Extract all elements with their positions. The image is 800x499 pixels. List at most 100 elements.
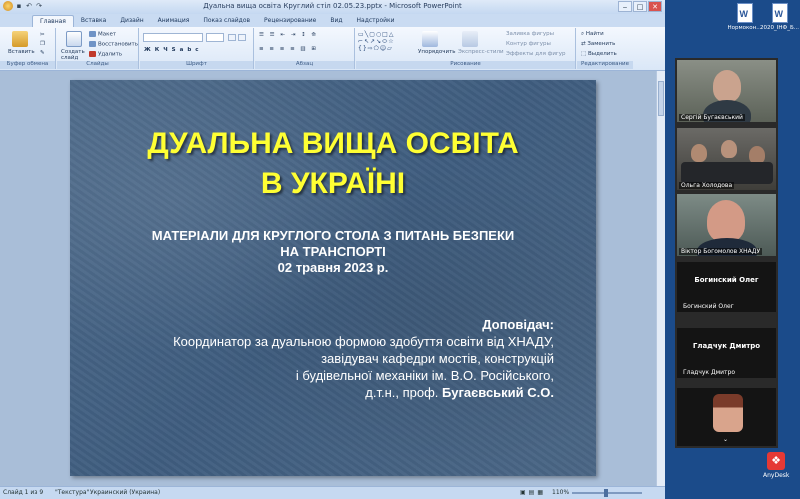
language-indicator[interactable]: Украинский (Украина) [90, 487, 160, 499]
window-title: Дуальна вища освіта Круглий стіл 02.05.2… [203, 2, 462, 10]
paste-icon[interactable] [12, 31, 28, 47]
font-size-select[interactable] [206, 33, 224, 42]
reporter-name: Бугаєвський С.О. [442, 385, 554, 400]
layout-button[interactable]: Макет [89, 31, 116, 38]
anydesk-icon: ❖ [767, 452, 785, 470]
shape-outline-button[interactable]: Контур фигуры [506, 41, 551, 47]
chevron-down-icon[interactable]: ⌄ [723, 436, 728, 443]
find-label: Найти [585, 31, 604, 37]
shapes-gallery[interactable]: ▭╲▢○□△ ⌐↖↗↘⬭☆ {}⇨⬠☺▱ [358, 31, 414, 59]
slide-subtitle[interactable]: МАТЕРІАЛИ ДЛЯ КРУГЛОГО СТОЛА З ПИТАНЬ БЕ… [110, 228, 556, 276]
copy-icon[interactable]: ❐ [40, 41, 45, 47]
scroll-thumb[interactable] [658, 81, 664, 116]
grow-font-icon[interactable] [228, 34, 236, 41]
participant-tile-2[interactable]: Ольга Холодова [677, 128, 776, 190]
font-name-select[interactable] [143, 33, 203, 42]
align-buttons[interactable]: ≡ ≡ ≡ ≡ ▥ ⊞ [259, 46, 318, 52]
replace-button[interactable]: ⇄ Заменить [581, 41, 615, 47]
view-buttons[interactable]: ▣▤▦ [520, 487, 546, 499]
tab-view[interactable]: Вид [323, 15, 349, 27]
delete-slide-button[interactable]: Удалить [89, 51, 122, 58]
participant-tile-5[interactable]: Гладчук Дмитро Гладчук Дмитро [677, 328, 776, 378]
select-icon: ⬚ [581, 51, 588, 57]
participant-tile-4[interactable]: Богинский Олег Богинский Олег [677, 262, 776, 312]
slides-group: Создать слайд Макет Восстановить Удалить… [57, 28, 139, 69]
slide-counter: Слайд 1 из 9 [3, 489, 44, 496]
slide-title[interactable]: ДУАЛЬНА ВИЩА ОСВІТА В УКРАЇНІ [70, 124, 596, 204]
tab-review[interactable]: Рецензирование [257, 15, 323, 27]
video-conference-panel: Сергій Бугаєвський Ольга Холодова Віктор… [675, 58, 778, 448]
theme-name: "Текстура" [55, 489, 90, 496]
participant-name-4: Богинский Олег [683, 303, 734, 310]
slides-label: Слайды [57, 61, 138, 69]
participant-tile-6[interactable]: ⌄ [677, 388, 776, 446]
participant-name-3: Віктор Богомолов ХНАДУ [679, 248, 763, 255]
font-label: Шрифт [140, 61, 253, 69]
quick-styles-icon[interactable] [462, 31, 478, 47]
tab-addins[interactable]: Надстройки [350, 15, 402, 27]
drawing-label: Рисование [356, 61, 575, 69]
layout-icon [89, 31, 96, 37]
tab-animation[interactable]: Анимация [151, 15, 197, 27]
slide-title-line1: ДУАЛЬНА ВИЩА ОСВІТА [147, 127, 519, 160]
slide-canvas[interactable]: ДУАЛЬНА ВИЩА ОСВІТА В УКРАЇНІ МАТЕРІАЛИ … [70, 80, 596, 476]
slide-reporter-block[interactable]: Доповідач: Координатор за дуальною формо… [173, 316, 554, 401]
reset-icon [89, 41, 96, 47]
participant-video [707, 200, 745, 242]
participant-name-1: Сергій Бугаєвський [679, 114, 745, 121]
anydesk-shortcut[interactable]: ❖ AnyDesk [763, 452, 789, 484]
title-bar: ▪ ↶ ↷ Дуальна вища освіта Круглий стіл 0… [0, 0, 665, 14]
slide-editing-area[interactable]: ДУАЛЬНА ВИЩА ОСВІТА В УКРАЇНІ МАТЕРІАЛИ … [0, 71, 665, 486]
ribbon: Вставить ✂ ❐ ✎ Буфер обмена Создать слай… [0, 27, 665, 71]
participant-video [691, 144, 707, 162]
participant-tile-1[interactable]: Сергій Бугаєвський [677, 60, 776, 122]
shrink-font-icon[interactable] [238, 34, 246, 41]
reset-label: Восстановить [98, 41, 138, 48]
maximize-button[interactable]: □ [633, 1, 647, 12]
arrange-icon[interactable] [422, 31, 438, 47]
select-label: Выделить [587, 51, 617, 57]
participant-video [713, 394, 743, 432]
editing-group: ⌕ Найти ⇄ Заменить ⬚ Выделить Редактиров… [577, 28, 633, 69]
tab-insert[interactable]: Вставка [74, 15, 113, 27]
reporter-degree: д.т.н., проф. [365, 385, 439, 400]
layout-label: Макет [98, 31, 117, 38]
reporter-label: Доповідач: [482, 317, 554, 332]
vertical-scrollbar[interactable] [656, 71, 665, 486]
desktop-file-2[interactable]: 2020_ІНФ_Б... [757, 0, 800, 45]
minimize-button[interactable]: ‒ [618, 1, 632, 12]
ribbon-tabs: Главная Вставка Дизайн Анимация Показ сл… [0, 14, 665, 27]
font-format-buttons[interactable]: ЖКЧSabc [144, 47, 203, 53]
zoom-level[interactable]: 110% [552, 487, 569, 499]
new-slide-button[interactable]: Создать слайд [61, 49, 89, 61]
shape-fill-button[interactable]: Заливка фигуры [506, 31, 554, 37]
tab-design[interactable]: Дизайн [113, 15, 150, 27]
paste-button[interactable]: Вставить [8, 49, 35, 55]
participant-video [713, 70, 741, 102]
list-buttons[interactable]: ☰ ☰ ⇤ ⇥ ↕ ⟰ [259, 32, 318, 38]
reset-button[interactable]: Восстановить [89, 41, 138, 48]
format-painter-icon[interactable]: ✎ [40, 50, 45, 56]
new-slide-icon[interactable] [66, 31, 82, 47]
shape-effects-button[interactable]: Эффекты для фигур [506, 51, 566, 57]
participant-body [681, 162, 773, 184]
replace-label: Заменить [587, 41, 616, 47]
quick-styles-button[interactable]: Экспресс-стили [458, 49, 504, 55]
tab-home[interactable]: Главная [32, 15, 74, 27]
clipboard-label: Буфер обмена [0, 61, 55, 69]
status-bar: Слайд 1 из 9 "Текстура" Украинский (Укра… [0, 486, 665, 499]
delete-label: Удалить [98, 51, 123, 58]
arrange-button[interactable]: Упорядочить [418, 49, 456, 55]
desktop-file-2-label: 2020_ІНФ_Б... [759, 25, 799, 31]
tab-slideshow[interactable]: Показ слайдов [196, 15, 257, 27]
slide-title-line2: В УКРАЇНІ [260, 167, 406, 200]
participant-name-5: Гладчук Дмитро [683, 369, 736, 376]
find-button[interactable]: ⌕ Найти [581, 31, 604, 38]
cut-icon[interactable]: ✂ [40, 32, 45, 38]
select-button[interactable]: ⬚ Выделить [581, 51, 617, 57]
close-button[interactable]: ✕ [648, 1, 662, 12]
reporter-line2: завідувач кафедри мостів, конструкцій [321, 351, 554, 366]
zoom-slider-knob[interactable] [604, 489, 608, 497]
editing-label: Редактирование [577, 61, 633, 69]
participant-tile-3[interactable]: Віктор Богомолов ХНАДУ [677, 194, 776, 256]
